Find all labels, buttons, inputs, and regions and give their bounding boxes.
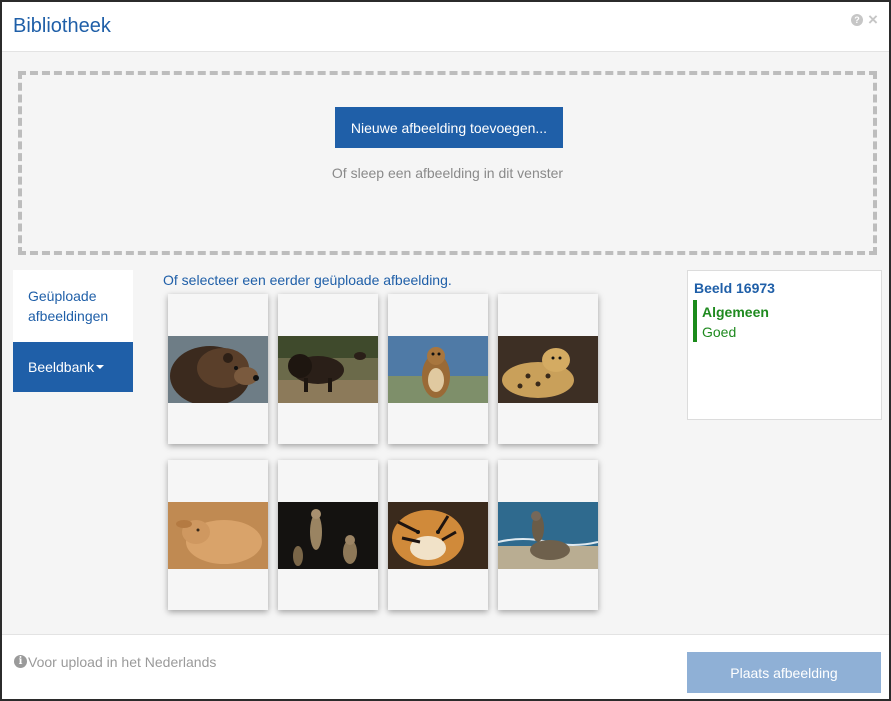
- gallery-label: Of selecteer een eerder geüploade afbeel…: [163, 272, 452, 288]
- info-icon: i: [14, 655, 27, 668]
- add-image-button[interactable]: Nieuwe afbeelding toevoegen...: [335, 107, 563, 148]
- image-thumbnail-squirrel[interactable]: [388, 294, 488, 444]
- goat-image: [168, 502, 268, 569]
- library-dialog: Bibliotheek ? × Nieuwe afbeelding toevoe…: [0, 0, 891, 701]
- upload-dropzone[interactable]: Nieuwe afbeelding toevoegen... Of sleep …: [18, 71, 877, 255]
- close-icon[interactable]: ×: [868, 10, 878, 30]
- bison-image: [278, 336, 378, 403]
- dialog-footer: i Voor upload in het Nederlands Plaats a…: [2, 634, 889, 699]
- image-thumbnail-meerkats[interactable]: [278, 460, 378, 610]
- image-thumbnail-tiger[interactable]: [388, 460, 488, 610]
- image-thumbnail-goat[interactable]: [168, 460, 268, 610]
- info-category: Algemeen: [702, 304, 769, 320]
- meerkats-image: [278, 502, 378, 569]
- image-thumbnail-leopard[interactable]: [498, 294, 598, 444]
- image-info-panel: Beeld 16973 Algemeen Goed: [687, 270, 882, 420]
- image-thumbnail-sea-lion[interactable]: [498, 460, 598, 610]
- help-icon[interactable]: ?: [851, 14, 863, 26]
- place-image-button[interactable]: Plaats afbeelding: [687, 652, 881, 693]
- image-thumbnail-bison[interactable]: [278, 294, 378, 444]
- dialog-title: Bibliotheek: [13, 15, 111, 37]
- drop-hint: Of sleep een afbeelding in dit venster: [331, 165, 564, 181]
- bear-image: [168, 336, 268, 403]
- tiger-image: [388, 502, 488, 569]
- info-value: Goed: [702, 324, 737, 340]
- sidebar-item-uploaded-images[interactable]: Geüploade afbeeldingen: [13, 270, 133, 342]
- image-thumbnail-bear[interactable]: [168, 294, 268, 444]
- sidebar-item-label: Geüploade afbeeldingen: [28, 288, 109, 324]
- leopard-image: [498, 336, 598, 403]
- sidebar-item-image-bank[interactable]: Beeldbank: [13, 342, 133, 392]
- status-bar: [693, 300, 697, 342]
- caret-down-icon: [96, 365, 105, 369]
- image-grid: [168, 294, 604, 612]
- sidebar-item-label: Beeldbank: [28, 359, 95, 375]
- dialog-header: Bibliotheek ? ×: [2, 2, 889, 52]
- sea-lion-image: [498, 502, 598, 569]
- footer-info-text: Voor upload in het Nederlands: [28, 654, 217, 670]
- image-id-title: Beeld 16973: [694, 280, 775, 296]
- squirrel-image: [388, 336, 488, 403]
